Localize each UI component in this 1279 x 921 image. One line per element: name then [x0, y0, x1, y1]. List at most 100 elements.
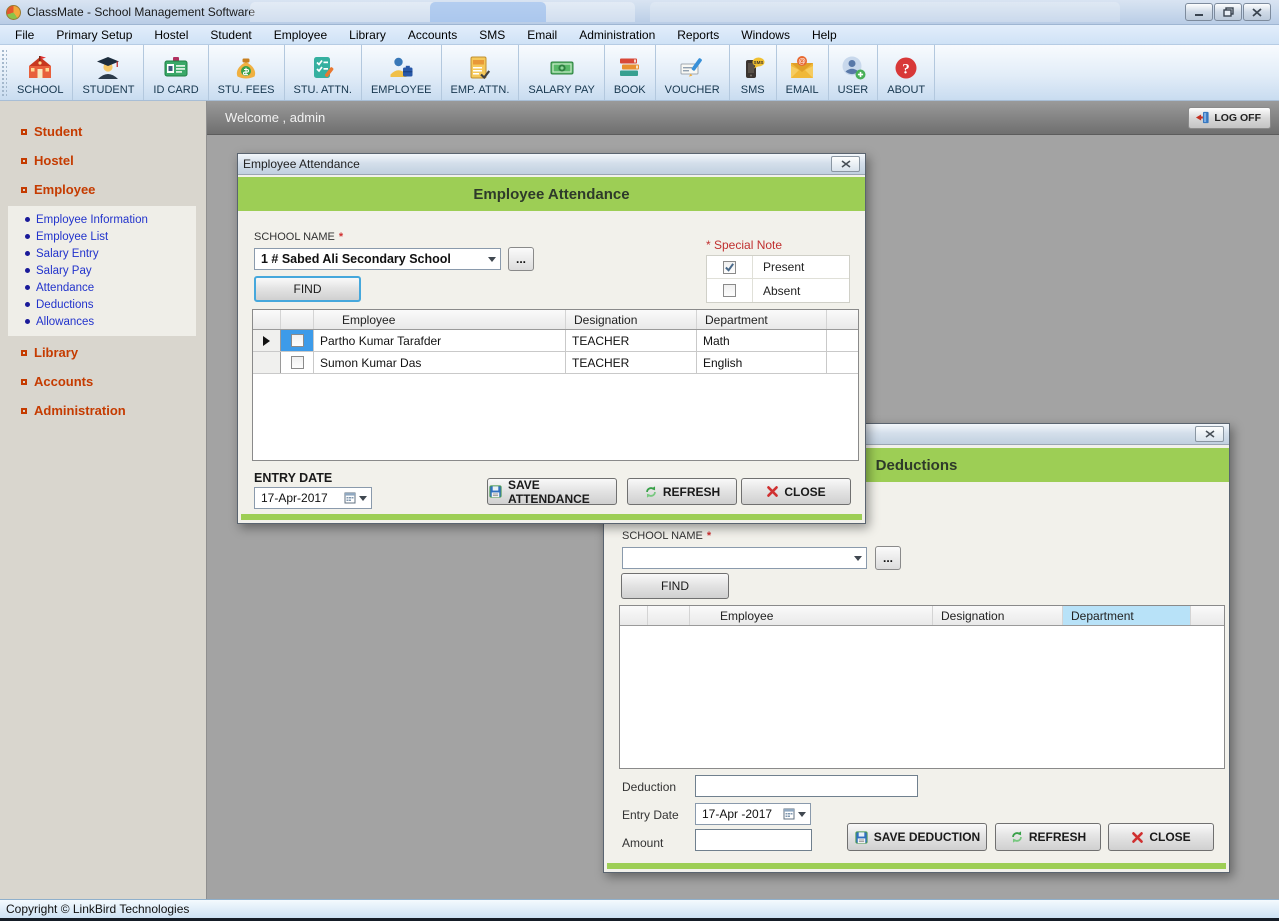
- sidebar-category-label: Accounts: [34, 374, 93, 389]
- attendance-dialog-title: Employee Attendance: [243, 157, 360, 171]
- row-checkbox[interactable]: [291, 356, 304, 369]
- sidebar-item-student[interactable]: Student: [0, 117, 206, 146]
- sidebar-item-employee[interactable]: Employee: [0, 175, 206, 204]
- deductions-entry-date-picker[interactable]: 17-Apr -2017: [695, 803, 811, 825]
- sidebar-sub-label: Allowances: [36, 316, 94, 328]
- background-window-ghost: [650, 2, 1120, 22]
- column-header-designation[interactable]: Designation: [566, 310, 697, 329]
- sidebar-item-allowances[interactable]: Allowances: [8, 313, 196, 330]
- toolbar-label: STUDENT: [82, 84, 134, 96]
- school-name-label: SCHOOL NAME*: [622, 530, 711, 542]
- minimize-button[interactable]: [1185, 3, 1213, 21]
- deduction-input[interactable]: [695, 775, 918, 797]
- menu-help[interactable]: Help: [801, 25, 848, 45]
- deductions-close-button[interactable]: CLOSE: [1108, 823, 1214, 851]
- present-checkbox[interactable]: [723, 261, 736, 274]
- deductions-refresh-button[interactable]: REFRESH: [995, 823, 1101, 851]
- attendance-school-select[interactable]: 1 # Sabed Ali Secondary School: [254, 248, 501, 270]
- deductions-find-button[interactable]: FIND: [621, 573, 729, 599]
- entry-date-value: 17-Apr -2017: [702, 807, 783, 821]
- mdi-workspace: Deductions SCHOOL NAME* ... FIND Employe…: [207, 135, 1279, 899]
- menu-sms[interactable]: SMS: [468, 25, 516, 45]
- table-row[interactable]: Partho Kumar Tarafder TEACHER Math: [253, 330, 858, 352]
- deductions-grid[interactable]: Employee Designation Department: [619, 605, 1225, 769]
- attendance-dialog-titlebar[interactable]: Employee Attendance: [238, 154, 865, 175]
- column-header-label: Designation: [941, 609, 1004, 623]
- sidebar-item-attendance[interactable]: Attendance: [8, 279, 196, 296]
- toolbar-school-button[interactable]: SCHOOL: [8, 45, 73, 100]
- toolbar-employee-attendance-button[interactable]: EMP. ATTN.: [442, 45, 520, 100]
- column-header-department[interactable]: Department: [697, 310, 827, 329]
- deductions-close-window-button[interactable]: [1195, 426, 1224, 442]
- sidebar-item-salary-pay[interactable]: Salary Pay: [8, 262, 196, 279]
- toolbar-email-button[interactable]: @ EMAIL: [777, 45, 829, 100]
- employee-cell: Partho Kumar Tarafder: [314, 330, 566, 351]
- row-checkbox[interactable]: [291, 334, 304, 347]
- toolbar-student-attendance-button[interactable]: STU. ATTN.: [285, 45, 362, 100]
- sidebar-item-salary-entry[interactable]: Salary Entry: [8, 245, 196, 262]
- deductions-browse-button[interactable]: ...: [875, 546, 901, 570]
- column-header-employee[interactable]: Employee: [690, 606, 933, 625]
- column-header-designation[interactable]: Designation: [933, 606, 1063, 625]
- column-header-department[interactable]: Department: [1063, 606, 1191, 625]
- copyright-text: Copyright © LinkBird Technologies: [6, 902, 189, 916]
- log-off-button[interactable]: LOG OFF: [1188, 107, 1271, 129]
- sidebar-item-hostel[interactable]: Hostel: [0, 146, 206, 175]
- toolbar-sms-button[interactable]: SMS SMS: [730, 45, 777, 100]
- toolbar-student-button[interactable]: STUDENT: [73, 45, 144, 100]
- attendance-close-window-button[interactable]: [831, 156, 860, 172]
- save-attendance-button[interactable]: SAVE ATTENDANCE: [487, 478, 617, 505]
- sidebar-category-label: Employee: [34, 182, 95, 197]
- toolbar-book-button[interactable]: BOOK: [605, 45, 656, 100]
- column-header-employee[interactable]: Employee: [314, 310, 566, 329]
- menu-library[interactable]: Library: [338, 25, 397, 45]
- toolbar-student-fees-button[interactable]: STU. FEES: [209, 45, 285, 100]
- row-checkbox-cell[interactable]: [281, 330, 314, 351]
- sidebar-item-employee-list[interactable]: Employee List: [8, 228, 196, 245]
- toolbar-voucher-button[interactable]: VOUCHER: [656, 45, 730, 100]
- menu-employee[interactable]: Employee: [263, 25, 338, 45]
- attendance-grid[interactable]: Employee Designation Department Partho K…: [252, 309, 859, 461]
- save-deduction-button[interactable]: SAVE DEDUCTION: [847, 823, 987, 851]
- deductions-school-select[interactable]: [622, 547, 867, 569]
- attendance-find-button[interactable]: FIND: [254, 276, 361, 302]
- menu-reports[interactable]: Reports: [666, 25, 730, 45]
- close-window-button[interactable]: [1243, 3, 1271, 21]
- menu-windows[interactable]: Windows: [730, 25, 801, 45]
- sidebar-sub-label: Employee List: [36, 231, 108, 243]
- attendance-refresh-button[interactable]: REFRESH: [627, 478, 737, 505]
- sidebar-item-employee-information[interactable]: Employee Information: [8, 211, 196, 228]
- toolbar-salary-pay-button[interactable]: SALARY PAY: [519, 45, 604, 100]
- toolbar-id-card-button[interactable]: ID CARD: [144, 45, 208, 100]
- designation-cell: TEACHER: [566, 330, 697, 351]
- absent-checkbox[interactable]: [723, 284, 736, 297]
- dot-bullet-icon: [25, 319, 30, 324]
- row-selector-cell[interactable]: [253, 330, 281, 351]
- square-bullet-icon: [21, 350, 27, 356]
- sidebar-item-administration[interactable]: Administration: [0, 396, 206, 425]
- row-checkbox-cell[interactable]: [281, 352, 314, 373]
- toolbar-employee-button[interactable]: EMPLOYEE: [362, 45, 442, 100]
- attendance-entry-date-picker[interactable]: 17-Apr-2017: [254, 487, 372, 509]
- sidebar-item-library[interactable]: Library: [0, 338, 206, 367]
- question-icon: ?: [892, 54, 920, 82]
- toolbar-user-button[interactable]: USER: [829, 45, 879, 100]
- menu-primary-setup[interactable]: Primary Setup: [45, 25, 143, 45]
- current-row-arrow-icon: [263, 336, 270, 346]
- sidebar-item-accounts[interactable]: Accounts: [0, 367, 206, 396]
- amount-input[interactable]: [695, 829, 812, 851]
- menu-hostel[interactable]: Hostel: [143, 25, 199, 45]
- menu-student[interactable]: Student: [199, 25, 262, 45]
- menu-file[interactable]: File: [4, 25, 45, 45]
- attendance-browse-button[interactable]: ...: [508, 247, 534, 271]
- table-row[interactable]: Sumon Kumar Das TEACHER English: [253, 352, 858, 374]
- menu-administration[interactable]: Administration: [568, 25, 666, 45]
- menu-email[interactable]: Email: [516, 25, 568, 45]
- attendance-close-button[interactable]: CLOSE: [741, 478, 851, 505]
- menu-accounts[interactable]: Accounts: [397, 25, 468, 45]
- toolbar-about-button[interactable]: ? ABOUT: [878, 45, 935, 100]
- row-selector-cell[interactable]: [253, 352, 281, 373]
- sidebar-item-deductions[interactable]: Deductions: [8, 296, 196, 313]
- maximize-button[interactable]: [1214, 3, 1242, 21]
- dot-bullet-icon: [25, 302, 30, 307]
